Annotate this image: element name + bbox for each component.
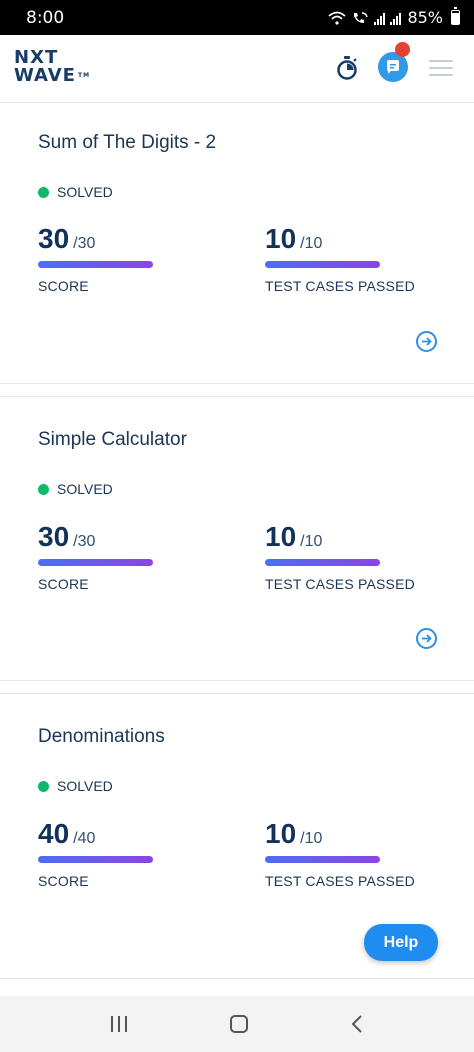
open-problem-button[interactable] (416, 628, 437, 649)
score-progress-bar (38, 856, 153, 863)
nxtwave-logo[interactable]: NXT WAVE TM (14, 49, 90, 85)
wifi-icon (328, 11, 347, 25)
problem-title: Denominations (38, 726, 165, 747)
solved-dot-icon (38, 780, 49, 792)
signal-strength-icon (374, 12, 386, 25)
score-total: /30 (73, 235, 96, 252)
score-total: /30 (73, 533, 96, 550)
tests-progress-bar (265, 856, 380, 863)
score-value: 30 (38, 521, 70, 552)
solved-status: SOLVED (38, 481, 113, 497)
tests-label: TEST CASES PASSED (265, 576, 415, 592)
status-time: 8:00 (26, 7, 65, 28)
logo-line-2: WAVE (14, 65, 76, 86)
battery-icon (451, 7, 460, 25)
score-label: SCORE (38, 576, 89, 592)
score-progress-bar (38, 559, 153, 566)
back-icon[interactable] (351, 1015, 363, 1033)
problem-card[interactable]: Simple Calculator SOLVED 30/30 SCORE 10/… (0, 396, 474, 681)
score-metric: 30/30 SCORE (38, 521, 153, 592)
notification-dot (395, 42, 410, 57)
stopwatch-icon[interactable] (335, 55, 359, 81)
battery-percent: 85% (407, 8, 443, 27)
tests-value: 10 (265, 521, 297, 552)
score-label: SCORE (38, 278, 89, 294)
hamburger-menu-icon[interactable] (429, 60, 453, 78)
tests-value: 10 (265, 818, 297, 849)
recent-apps-icon[interactable] (111, 1016, 128, 1032)
status-label: SOLVED (57, 481, 113, 497)
solved-status: SOLVED (38, 778, 113, 794)
solved-dot-icon (38, 483, 49, 495)
score-value: 30 (38, 223, 70, 254)
system-status-bar: 8:00 85% (0, 0, 474, 35)
arrow-right-icon (422, 337, 432, 346)
problem-title: Sum of The Digits - 2 (38, 132, 217, 153)
tests-label: TEST CASES PASSED (265, 873, 415, 889)
test-cases-metric: 10/10 TEST CASES PASSED (265, 223, 415, 294)
problem-card[interactable]: Sum of The Digits - 2 SOLVED 30/30 SCORE… (0, 102, 474, 384)
chat-icon (387, 60, 399, 74)
solved-dot-icon (38, 186, 49, 198)
system-navigation-bar (0, 996, 474, 1052)
app-header: NXT WAVE TM (0, 35, 474, 105)
home-icon[interactable] (229, 1015, 248, 1033)
tests-progress-bar (265, 559, 380, 566)
logo-trademark: TM (77, 72, 91, 79)
score-value: 40 (38, 818, 70, 849)
test-cases-metric: 10/10 TEST CASES PASSED (265, 818, 415, 889)
score-progress-bar (38, 261, 153, 268)
tests-total: /10 (300, 830, 323, 847)
solved-status: SOLVED (38, 184, 113, 200)
score-total: /40 (73, 830, 96, 847)
status-label: SOLVED (57, 184, 113, 200)
signal-strength-icon (390, 12, 402, 25)
status-label: SOLVED (57, 778, 113, 794)
signal-icons (328, 11, 402, 25)
tests-label: TEST CASES PASSED (265, 278, 415, 294)
open-problem-button[interactable] (416, 331, 437, 352)
test-cases-metric: 10/10 TEST CASES PASSED (265, 521, 415, 592)
score-label: SCORE (38, 873, 89, 889)
tests-value: 10 (265, 223, 297, 254)
help-button[interactable]: Help (364, 924, 438, 961)
arrow-right-icon (422, 634, 432, 643)
status-indicators: 85% (328, 7, 460, 27)
score-metric: 40/40 SCORE (38, 818, 153, 889)
score-metric: 30/30 SCORE (38, 223, 153, 294)
wifi-calling-icon (354, 11, 369, 23)
tests-total: /10 (300, 235, 323, 252)
problem-title: Simple Calculator (38, 429, 187, 450)
tests-total: /10 (300, 533, 323, 550)
tests-progress-bar (265, 261, 380, 268)
